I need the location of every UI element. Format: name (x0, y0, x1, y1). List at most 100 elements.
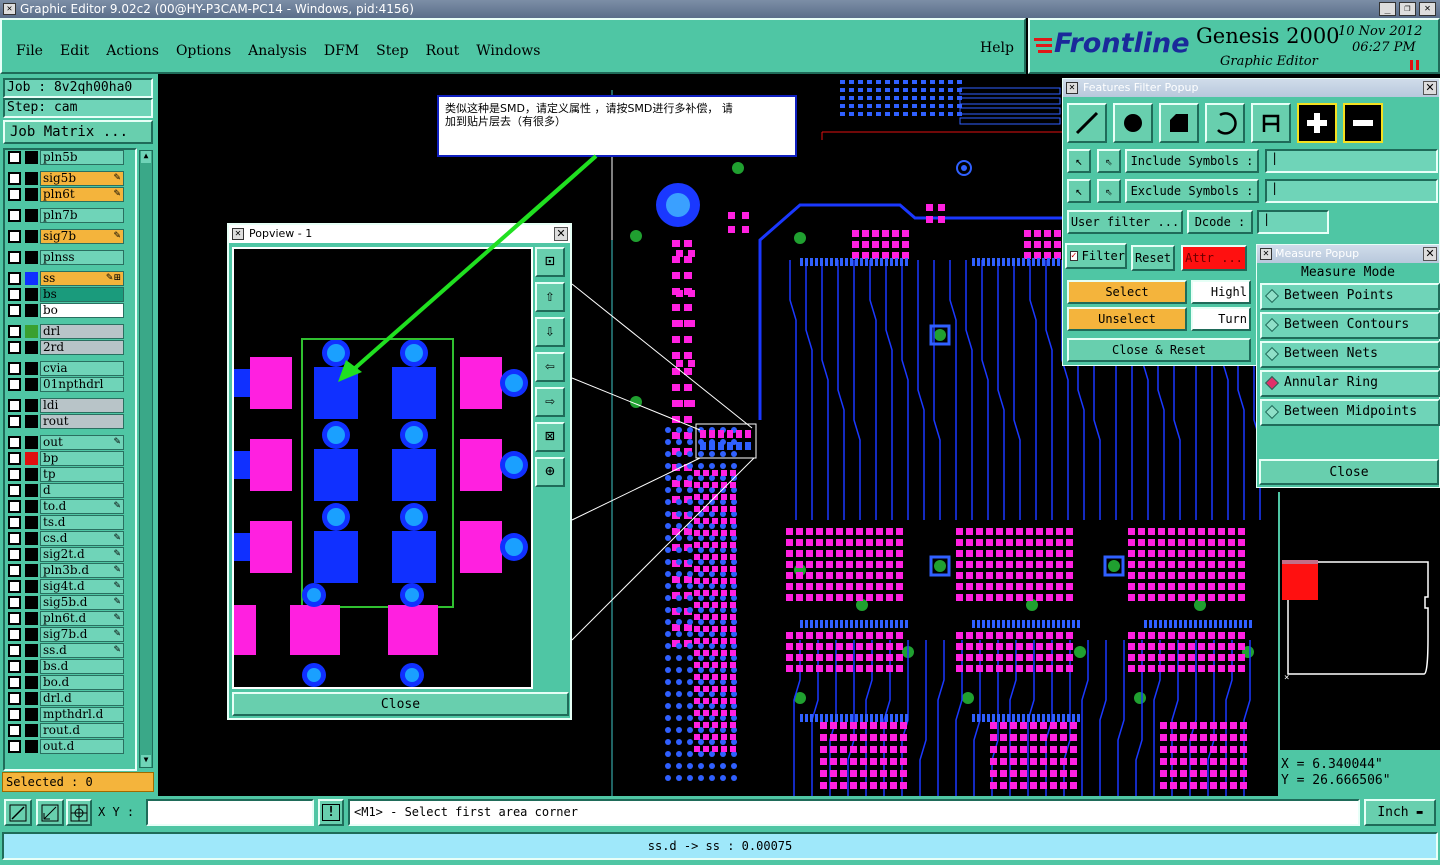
attr-button[interactable]: Attr ... (1181, 245, 1247, 271)
layer-row-pln5b[interactable]: pln5b (8, 150, 124, 165)
measure-mode-between-nets[interactable]: Between Nets (1260, 341, 1440, 368)
fit-view-button[interactable]: ⊠ (535, 422, 565, 452)
layer-checkbox[interactable] (8, 660, 21, 673)
menu-edit[interactable]: Edit (60, 43, 89, 59)
layer-checkbox[interactable] (8, 548, 21, 561)
layer-row-to-d[interactable]: to.d ✎ (8, 499, 124, 514)
reset-button[interactable]: Reset (1131, 245, 1175, 271)
menu-options[interactable]: Options (176, 43, 231, 59)
exclude-symbols-input[interactable]: | (1265, 179, 1438, 203)
arc-feature-button[interactable] (1205, 103, 1245, 143)
layer-row-cs-d[interactable]: cs.d ✎ (8, 531, 124, 546)
measure-mode-annular-ring[interactable]: Annular Ring (1260, 370, 1440, 397)
layer-checkbox[interactable] (8, 436, 21, 449)
layer-row-pln6t[interactable]: pln6t ✎ (8, 187, 124, 202)
layer-checkbox[interactable] (8, 724, 21, 737)
layer-checkbox[interactable] (8, 692, 21, 705)
job-matrix-button[interactable]: Job Matrix ... (3, 120, 153, 144)
layer-checkbox[interactable] (8, 288, 21, 301)
layer-row-out-d[interactable]: out.d (8, 739, 124, 754)
include-arrow-button[interactable]: ↖ (1067, 149, 1091, 173)
layer-row-ldi[interactable]: ldi (8, 398, 124, 413)
include-arrow2-button[interactable]: ⇖ (1097, 149, 1121, 173)
layer-checkbox[interactable] (8, 362, 21, 375)
units-selector[interactable]: Inch ▬ (1364, 799, 1436, 826)
layer-row-sig5b-d[interactable]: sig5b.d ✎ (8, 595, 124, 610)
menu-analysis[interactable]: Analysis (248, 43, 307, 59)
zoom-down-button[interactable]: ⇩ (535, 317, 565, 347)
exclude-arrow-button[interactable]: ↖ (1067, 179, 1091, 203)
layer-row-bs-d[interactable]: bs.d (8, 659, 124, 674)
layer-row-out[interactable]: out ✎ (8, 435, 124, 450)
layer-row-sig5b[interactable]: sig5b ✎ (8, 171, 124, 186)
filter-toggle[interactable]: ✓ Filter (1065, 243, 1127, 269)
layer-row-01npthdrl[interactable]: 01npthdrl (8, 377, 124, 392)
layer-row-pln6t-d[interactable]: pln6t.d ✎ (8, 611, 124, 626)
layer-row-bo-d[interactable]: bo.d (8, 675, 124, 690)
layer-row-d[interactable]: d (8, 483, 124, 498)
layer-row-cvia[interactable]: cvia (8, 361, 124, 376)
exclude-symbols-label[interactable]: Exclude Symbols : (1125, 179, 1259, 203)
menu-windows[interactable]: Windows (476, 43, 540, 59)
layer-row-ts-d[interactable]: ts.d (8, 515, 124, 530)
maximize-button[interactable]: ❐ (1399, 2, 1416, 16)
menu-actions[interactable]: Actions (106, 43, 159, 59)
layer-checkbox[interactable] (8, 644, 21, 657)
layer-row-sig2t-d[interactable]: sig2t.d ✎ (8, 547, 124, 562)
menu-step[interactable]: Step (376, 43, 408, 59)
measure-close-button[interactable]: Close (1259, 459, 1439, 485)
user-filter-button[interactable]: User filter ... (1067, 210, 1183, 234)
layer-scrollbar[interactable]: ▲ ▼ (139, 150, 153, 768)
layer-row-drl[interactable]: drl (8, 324, 124, 339)
zoom-box-button[interactable] (36, 799, 64, 826)
select-button[interactable]: Select (1067, 280, 1187, 304)
dcode-label[interactable]: Dcode : (1187, 210, 1253, 234)
unselect-button[interactable]: Unselect (1067, 307, 1187, 331)
layer-checkbox[interactable] (8, 188, 21, 201)
layer-checkbox[interactable] (8, 325, 21, 338)
layer-checkbox[interactable] (8, 378, 21, 391)
close-window-button[interactable]: ✕ (1419, 2, 1436, 16)
layer-checkbox[interactable] (8, 415, 21, 428)
layer-row-sig4t-d[interactable]: sig4t.d ✎ (8, 579, 124, 594)
filter-close-icon[interactable]: ✕ (1423, 81, 1437, 95)
layer-checkbox[interactable] (8, 452, 21, 465)
layer-checkbox[interactable] (8, 484, 21, 497)
pan-right-button[interactable]: ⇨ (535, 387, 565, 417)
measure-mode-between-contours[interactable]: Between Contours (1260, 312, 1440, 339)
layer-row-ss[interactable]: ss ✎⊞ (8, 271, 124, 286)
negative-polarity-button[interactable] (1343, 103, 1383, 143)
layer-row-2rd[interactable]: 2rd (8, 340, 124, 355)
measure-mode-between-midpoints[interactable]: Between Midpoints (1260, 399, 1440, 426)
center-view-button[interactable]: ⊕ (535, 457, 565, 487)
zoom-area-button[interactable] (4, 799, 32, 826)
layer-row-sig7b-d[interactable]: sig7b.d ✎ (8, 627, 124, 642)
layer-row-plnss[interactable]: plnss (8, 250, 124, 265)
pad-feature-button[interactable] (1113, 103, 1153, 143)
measure-close-icon[interactable]: ✕ (1423, 247, 1437, 261)
close-reset-button[interactable]: Close & Reset (1067, 338, 1251, 362)
highlight-button[interactable]: Highl (1191, 280, 1251, 304)
minimize-button[interactable]: _ (1379, 2, 1396, 16)
layer-checkbox[interactable] (8, 209, 21, 222)
layer-checkbox[interactable] (8, 580, 21, 593)
layer-checkbox[interactable] (8, 676, 21, 689)
layer-checkbox[interactable] (8, 304, 21, 317)
turn-button[interactable]: Turn (1191, 307, 1251, 331)
layer-row-rout[interactable]: rout (8, 414, 124, 429)
layer-checkbox[interactable] (8, 628, 21, 641)
menu-rout[interactable]: Rout (426, 43, 460, 59)
layer-checkbox[interactable] (8, 740, 21, 753)
layer-checkbox[interactable] (8, 612, 21, 625)
exclude-arrow2-button[interactable]: ⇖ (1097, 179, 1121, 203)
layer-checkbox[interactable] (8, 516, 21, 529)
zoom-home-button[interactable]: ⊡ (535, 247, 565, 277)
layer-row-sig7b[interactable]: sig7b ✎ (8, 229, 124, 244)
pan-left-button[interactable]: ⇦ (535, 352, 565, 382)
layer-row-rout-d[interactable]: rout.d (8, 723, 124, 738)
grid-button[interactable] (66, 799, 92, 826)
layer-row-pln7b[interactable]: pln7b (8, 208, 124, 223)
layer-checkbox[interactable] (8, 251, 21, 264)
popview-close-icon[interactable]: ✕ (554, 227, 568, 241)
layer-row-bp[interactable]: bp (8, 451, 124, 466)
